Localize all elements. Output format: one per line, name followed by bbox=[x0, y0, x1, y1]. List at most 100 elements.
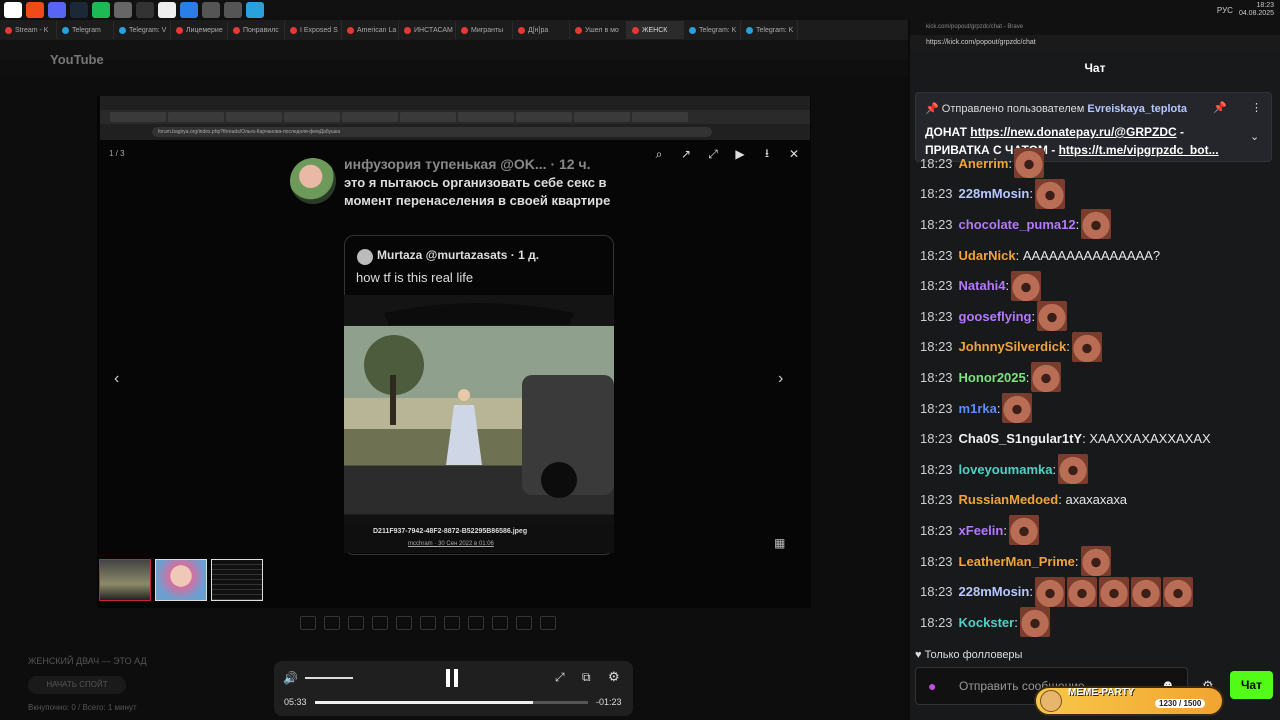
browser-tab[interactable]: Лицемерие bbox=[171, 21, 228, 39]
emote-icon[interactable] bbox=[1037, 301, 1068, 332]
chevron-down-icon[interactable]: ⌄ bbox=[1250, 130, 1259, 143]
inner-tab bbox=[458, 112, 514, 122]
zoom-icon[interactable]: ⌕ bbox=[652, 147, 666, 161]
browser-tab[interactable]: ИНСТАСАМ bbox=[399, 21, 456, 39]
emote-icon[interactable] bbox=[1002, 393, 1033, 424]
emote-icon[interactable] bbox=[1130, 576, 1161, 607]
emote-icon[interactable] bbox=[1014, 148, 1045, 179]
expand-icon[interactable]: ⤢ bbox=[706, 147, 720, 161]
close-icon[interactable]: ✕ bbox=[787, 147, 801, 161]
start-button[interactable]: НАЧАТЬ СПОЙТ bbox=[28, 676, 126, 694]
browser-tab[interactable]: Stream - K bbox=[0, 21, 57, 39]
discord-icon[interactable] bbox=[48, 2, 66, 18]
message-username[interactable]: Anerrim bbox=[959, 156, 1009, 171]
obs-icon[interactable] bbox=[136, 2, 154, 18]
next-arrow-icon[interactable]: › bbox=[778, 370, 783, 388]
thumbnail-1[interactable] bbox=[99, 559, 151, 601]
emote-icon[interactable] bbox=[1058, 454, 1089, 485]
message-username[interactable]: Natahi4 bbox=[959, 278, 1006, 293]
volume-icon[interactable]: 🔊 bbox=[283, 671, 298, 685]
spotify-icon[interactable] bbox=[92, 2, 110, 18]
mic-icon[interactable]: ● bbox=[928, 678, 936, 694]
message-username[interactable]: JohnnySilverdick bbox=[959, 339, 1067, 354]
message-username[interactable]: m1rka bbox=[959, 401, 997, 416]
fullscreen-icon[interactable]: ⤢ bbox=[555, 670, 565, 685]
emote-icon[interactable] bbox=[1019, 607, 1050, 638]
volume-slider[interactable] bbox=[305, 677, 353, 679]
browser-tab[interactable]: Telegram: K bbox=[684, 21, 741, 39]
steam-icon[interactable] bbox=[70, 2, 88, 18]
message-username[interactable]: RussianMedoed bbox=[959, 492, 1059, 507]
tool-icon bbox=[420, 616, 436, 630]
message-username[interactable]: LeatherMan_Prime bbox=[959, 554, 1075, 569]
prev-arrow-icon[interactable]: ‹ bbox=[114, 370, 119, 388]
pip-icon[interactable]: ⧉ bbox=[582, 670, 591, 685]
browser-tab[interactable]: Ушел в мо bbox=[570, 21, 627, 39]
edge-icon[interactable] bbox=[180, 2, 198, 18]
message-username[interactable]: xFeelin bbox=[959, 523, 1004, 538]
settings-gear-icon[interactable]: ⚙ bbox=[608, 669, 620, 685]
pause-button[interactable] bbox=[446, 669, 460, 687]
emote-icon[interactable] bbox=[1011, 270, 1042, 301]
app-icon[interactable] bbox=[202, 2, 220, 18]
emote-icon[interactable] bbox=[1098, 576, 1129, 607]
open-external-icon[interactable]: ↗ bbox=[679, 147, 693, 161]
play-icon[interactable]: ▶ bbox=[733, 147, 747, 161]
emote-icon[interactable] bbox=[1066, 576, 1097, 607]
emote-icon[interactable] bbox=[1008, 515, 1039, 546]
tab-favicon-icon bbox=[746, 26, 753, 34]
browser-tab[interactable]: Telegram bbox=[57, 21, 114, 39]
browser-tab[interactable]: American La bbox=[342, 21, 399, 39]
youtube-logo[interactable]: YouTube bbox=[50, 52, 104, 67]
emote-icon[interactable] bbox=[1034, 178, 1065, 209]
emote-icon[interactable] bbox=[1081, 209, 1112, 240]
emote-icon[interactable] bbox=[1162, 576, 1193, 607]
browser-tab[interactable]: ЖЕНСК bbox=[627, 21, 684, 39]
emote-icon[interactable] bbox=[1034, 576, 1065, 607]
emote-icon[interactable] bbox=[1080, 546, 1111, 577]
thumbnail-2[interactable] bbox=[155, 559, 207, 601]
tool-icon bbox=[300, 616, 316, 630]
emote-icon[interactable] bbox=[1071, 331, 1102, 362]
send-button[interactable]: Чат bbox=[1230, 671, 1273, 699]
app-icon[interactable] bbox=[224, 2, 242, 18]
grid-icon[interactable]: ▦ bbox=[774, 536, 785, 550]
browser-tab[interactable]: Мигранты bbox=[456, 21, 513, 39]
brave-icon[interactable] bbox=[26, 2, 44, 18]
donate-link[interactable]: https://new.donatepay.ru/@GRPZDC bbox=[970, 125, 1176, 139]
thumbnail-3[interactable] bbox=[211, 559, 263, 601]
windows-icon[interactable] bbox=[4, 2, 22, 18]
pinned-user[interactable]: Evreiskaya_teplota bbox=[1087, 103, 1187, 115]
lang-indicator[interactable]: РУС bbox=[1217, 6, 1233, 15]
chrome-icon[interactable] bbox=[114, 2, 132, 18]
message-username[interactable]: loveyoumamka bbox=[959, 462, 1053, 477]
message-username[interactable]: Cha0S_S1ngular1tY bbox=[959, 431, 1083, 446]
message-username[interactable]: UdarNick bbox=[959, 248, 1016, 263]
capcut-icon[interactable] bbox=[158, 2, 176, 18]
message-username[interactable]: 228mMosin bbox=[959, 186, 1030, 201]
message-text: : bbox=[1014, 614, 1018, 630]
message-username[interactable]: chocolate_puma12 bbox=[959, 217, 1076, 232]
page-meta: Вкнупочно: 0 / Всего: 1 минут bbox=[28, 703, 137, 712]
photo-date-link[interactable]: mcchram · 30 Сен 2022 в 01:06 bbox=[408, 541, 494, 547]
telegram-icon[interactable] bbox=[246, 2, 264, 18]
chat-message: 18:23 xFeelin: bbox=[920, 515, 1265, 546]
download-icon[interactable]: ⭳ bbox=[760, 146, 774, 161]
emote-icon[interactable] bbox=[1031, 362, 1062, 393]
clock[interactable]: 18:23 04.08.2025 bbox=[1239, 2, 1274, 18]
browser-tab[interactable]: Telegram: K bbox=[741, 21, 798, 39]
browser-tab[interactable]: Д[н]ра bbox=[513, 21, 570, 39]
message-timestamp: 18:23 bbox=[920, 492, 953, 508]
browser-tab[interactable]: I Exposed S bbox=[285, 21, 342, 39]
message-username[interactable]: Kockster bbox=[959, 615, 1015, 630]
browser-tab[interactable]: Telegram: V bbox=[114, 21, 171, 39]
message-username[interactable]: Honor2025 bbox=[959, 370, 1026, 385]
tab-label: ЖЕНСК bbox=[642, 26, 668, 34]
more-icon[interactable]: ⋮ bbox=[1251, 101, 1262, 114]
tab-label: Лицемерие bbox=[186, 26, 223, 34]
chat-url-bar[interactable]: https://kick.com/popout/grpzdc/chat bbox=[910, 35, 1280, 51]
message-username[interactable]: 228mMosin bbox=[959, 584, 1030, 599]
message-username[interactable]: gooseflying bbox=[959, 309, 1032, 324]
unpin-icon[interactable]: 📌 bbox=[1213, 101, 1227, 114]
browser-tab[interactable]: Понравилс bbox=[228, 21, 285, 39]
